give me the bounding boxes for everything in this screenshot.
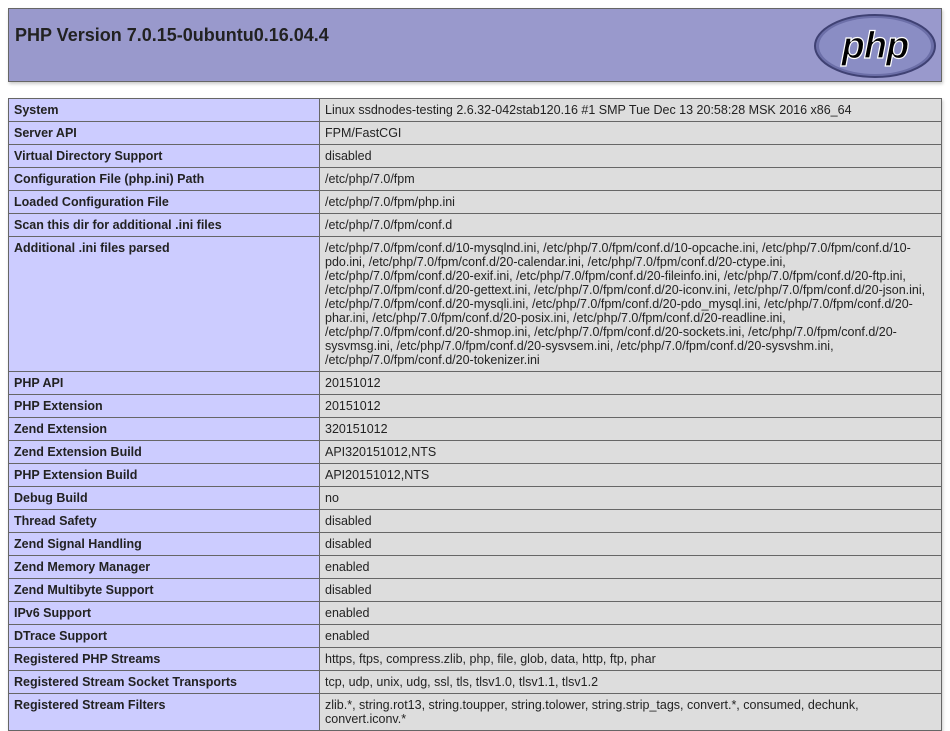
table-row: Zend Signal Handling disabled xyxy=(8,532,942,556)
table-row: PHP API 20151012 xyxy=(8,371,942,395)
row-key: PHP API xyxy=(8,371,320,395)
row-value: no xyxy=(319,486,942,510)
page-header: PHP Version 7.0.15-0ubuntu0.16.04.4 php xyxy=(8,8,942,82)
row-key: PHP Extension xyxy=(8,394,320,418)
table-row: Registered Stream Filters zlib.*, string.… xyxy=(8,693,942,731)
row-value: /etc/php/7.0/fpm/conf.d xyxy=(319,213,942,237)
table-row: DTrace Support enabled xyxy=(8,624,942,648)
table-row: Zend Memory Manager enabled xyxy=(8,555,942,579)
row-key: DTrace Support xyxy=(8,624,320,648)
row-value: Linux ssdnodes-testing 2.6.32-042stab120… xyxy=(319,98,942,122)
row-value: tcp, udp, unix, udg, ssl, tls, tlsv1.0, … xyxy=(319,670,942,694)
row-value: API20151012,NTS xyxy=(319,463,942,487)
row-key: System xyxy=(8,98,320,122)
table-row: PHP Extension 20151012 xyxy=(8,394,942,418)
php-logo-text: php xyxy=(841,25,909,67)
table-row: System Linux ssdnodes-testing 2.6.32-042s… xyxy=(8,98,942,122)
row-value: 320151012 xyxy=(319,417,942,441)
row-value: /etc/php/7.0/fpm xyxy=(319,167,942,191)
php-info-table-body: System Linux ssdnodes-testing 2.6.32-042s… xyxy=(8,98,942,731)
row-key: Server API xyxy=(8,121,320,145)
row-value: API320151012,NTS xyxy=(319,440,942,464)
table-row: Scan this dir for additional .ini files /… xyxy=(8,213,942,237)
row-key: Registered PHP Streams xyxy=(8,647,320,671)
row-key: Registered Stream Socket Transports xyxy=(8,670,320,694)
table-row: Registered PHP Streams https, ftps, compr… xyxy=(8,647,942,671)
table-row: Debug Build no xyxy=(8,486,942,510)
row-key: Scan this dir for additional .ini files xyxy=(8,213,320,237)
row-key: Additional .ini files parsed xyxy=(8,236,320,372)
table-row: Zend Extension 320151012 xyxy=(8,417,942,441)
row-value: /etc/php/7.0/fpm/php.ini xyxy=(319,190,942,214)
row-value: 20151012 xyxy=(319,371,942,395)
row-key: Zend Extension Build xyxy=(8,440,320,464)
row-value: disabled xyxy=(319,532,942,556)
table-row: Additional .ini files parsed/etc/php/7.0… xyxy=(8,236,942,372)
row-key: Registered Stream Filters xyxy=(8,693,320,731)
row-value: FPM/FastCGI xyxy=(319,121,942,145)
row-value: /etc/php/7.0/fpm/conf.d/10-mysqlnd.ini, … xyxy=(319,236,942,372)
row-key: Loaded Configuration File xyxy=(8,190,320,214)
row-value: enabled xyxy=(319,555,942,579)
table-row: PHP Extension Build API20151012,NTS xyxy=(8,463,942,487)
row-key: Zend Memory Manager xyxy=(8,555,320,579)
row-value: https, ftps, compress.zlib, php, file, g… xyxy=(319,647,942,671)
row-value: enabled xyxy=(319,624,942,648)
row-key: Zend Extension xyxy=(8,417,320,441)
row-key: Thread Safety xyxy=(8,509,320,533)
row-value: disabled xyxy=(319,144,942,168)
row-key: Debug Build xyxy=(8,486,320,510)
row-key: Virtual Directory Support xyxy=(8,144,320,168)
row-value: 20151012 xyxy=(319,394,942,418)
php-logo-icon: php xyxy=(814,14,936,78)
table-row: IPv6 Support enabled xyxy=(8,601,942,625)
row-value: disabled xyxy=(319,578,942,602)
row-value: disabled xyxy=(319,509,942,533)
row-value: enabled xyxy=(319,601,942,625)
row-value: zlib.*, string.rot13, string.toupper, st… xyxy=(319,693,942,731)
row-key: Zend Signal Handling xyxy=(8,532,320,556)
row-key: Zend Multibyte Support xyxy=(8,578,320,602)
table-row: Zend Multibyte Support disabled xyxy=(8,578,942,602)
table-row: Virtual Directory Support disabled xyxy=(8,144,942,168)
row-key: PHP Extension Build xyxy=(8,463,320,487)
table-row: Server API FPM/FastCGI xyxy=(8,121,942,145)
table-row: Zend Extension Build API320151012,NTS xyxy=(8,440,942,464)
page-title: PHP Version 7.0.15-0ubuntu0.16.04.4 xyxy=(15,25,329,45)
table-row: Loaded Configuration File/etc/php/7.0/fp… xyxy=(8,190,942,214)
row-key: IPv6 Support xyxy=(8,601,320,625)
row-key: Configuration File (php.ini) Path xyxy=(8,167,320,191)
phpinfo-page: PHP Version 7.0.15-0ubuntu0.16.04.4 php … xyxy=(8,8,942,731)
table-row: Thread Safety disabled xyxy=(8,509,942,533)
table-row: Configuration File (php.ini) Path/etc/ph… xyxy=(8,167,942,191)
table-row: Registered Stream Socket Transports tcp, … xyxy=(8,670,942,694)
php-info-table: System Linux ssdnodes-testing 2.6.32-042s… xyxy=(8,98,942,731)
